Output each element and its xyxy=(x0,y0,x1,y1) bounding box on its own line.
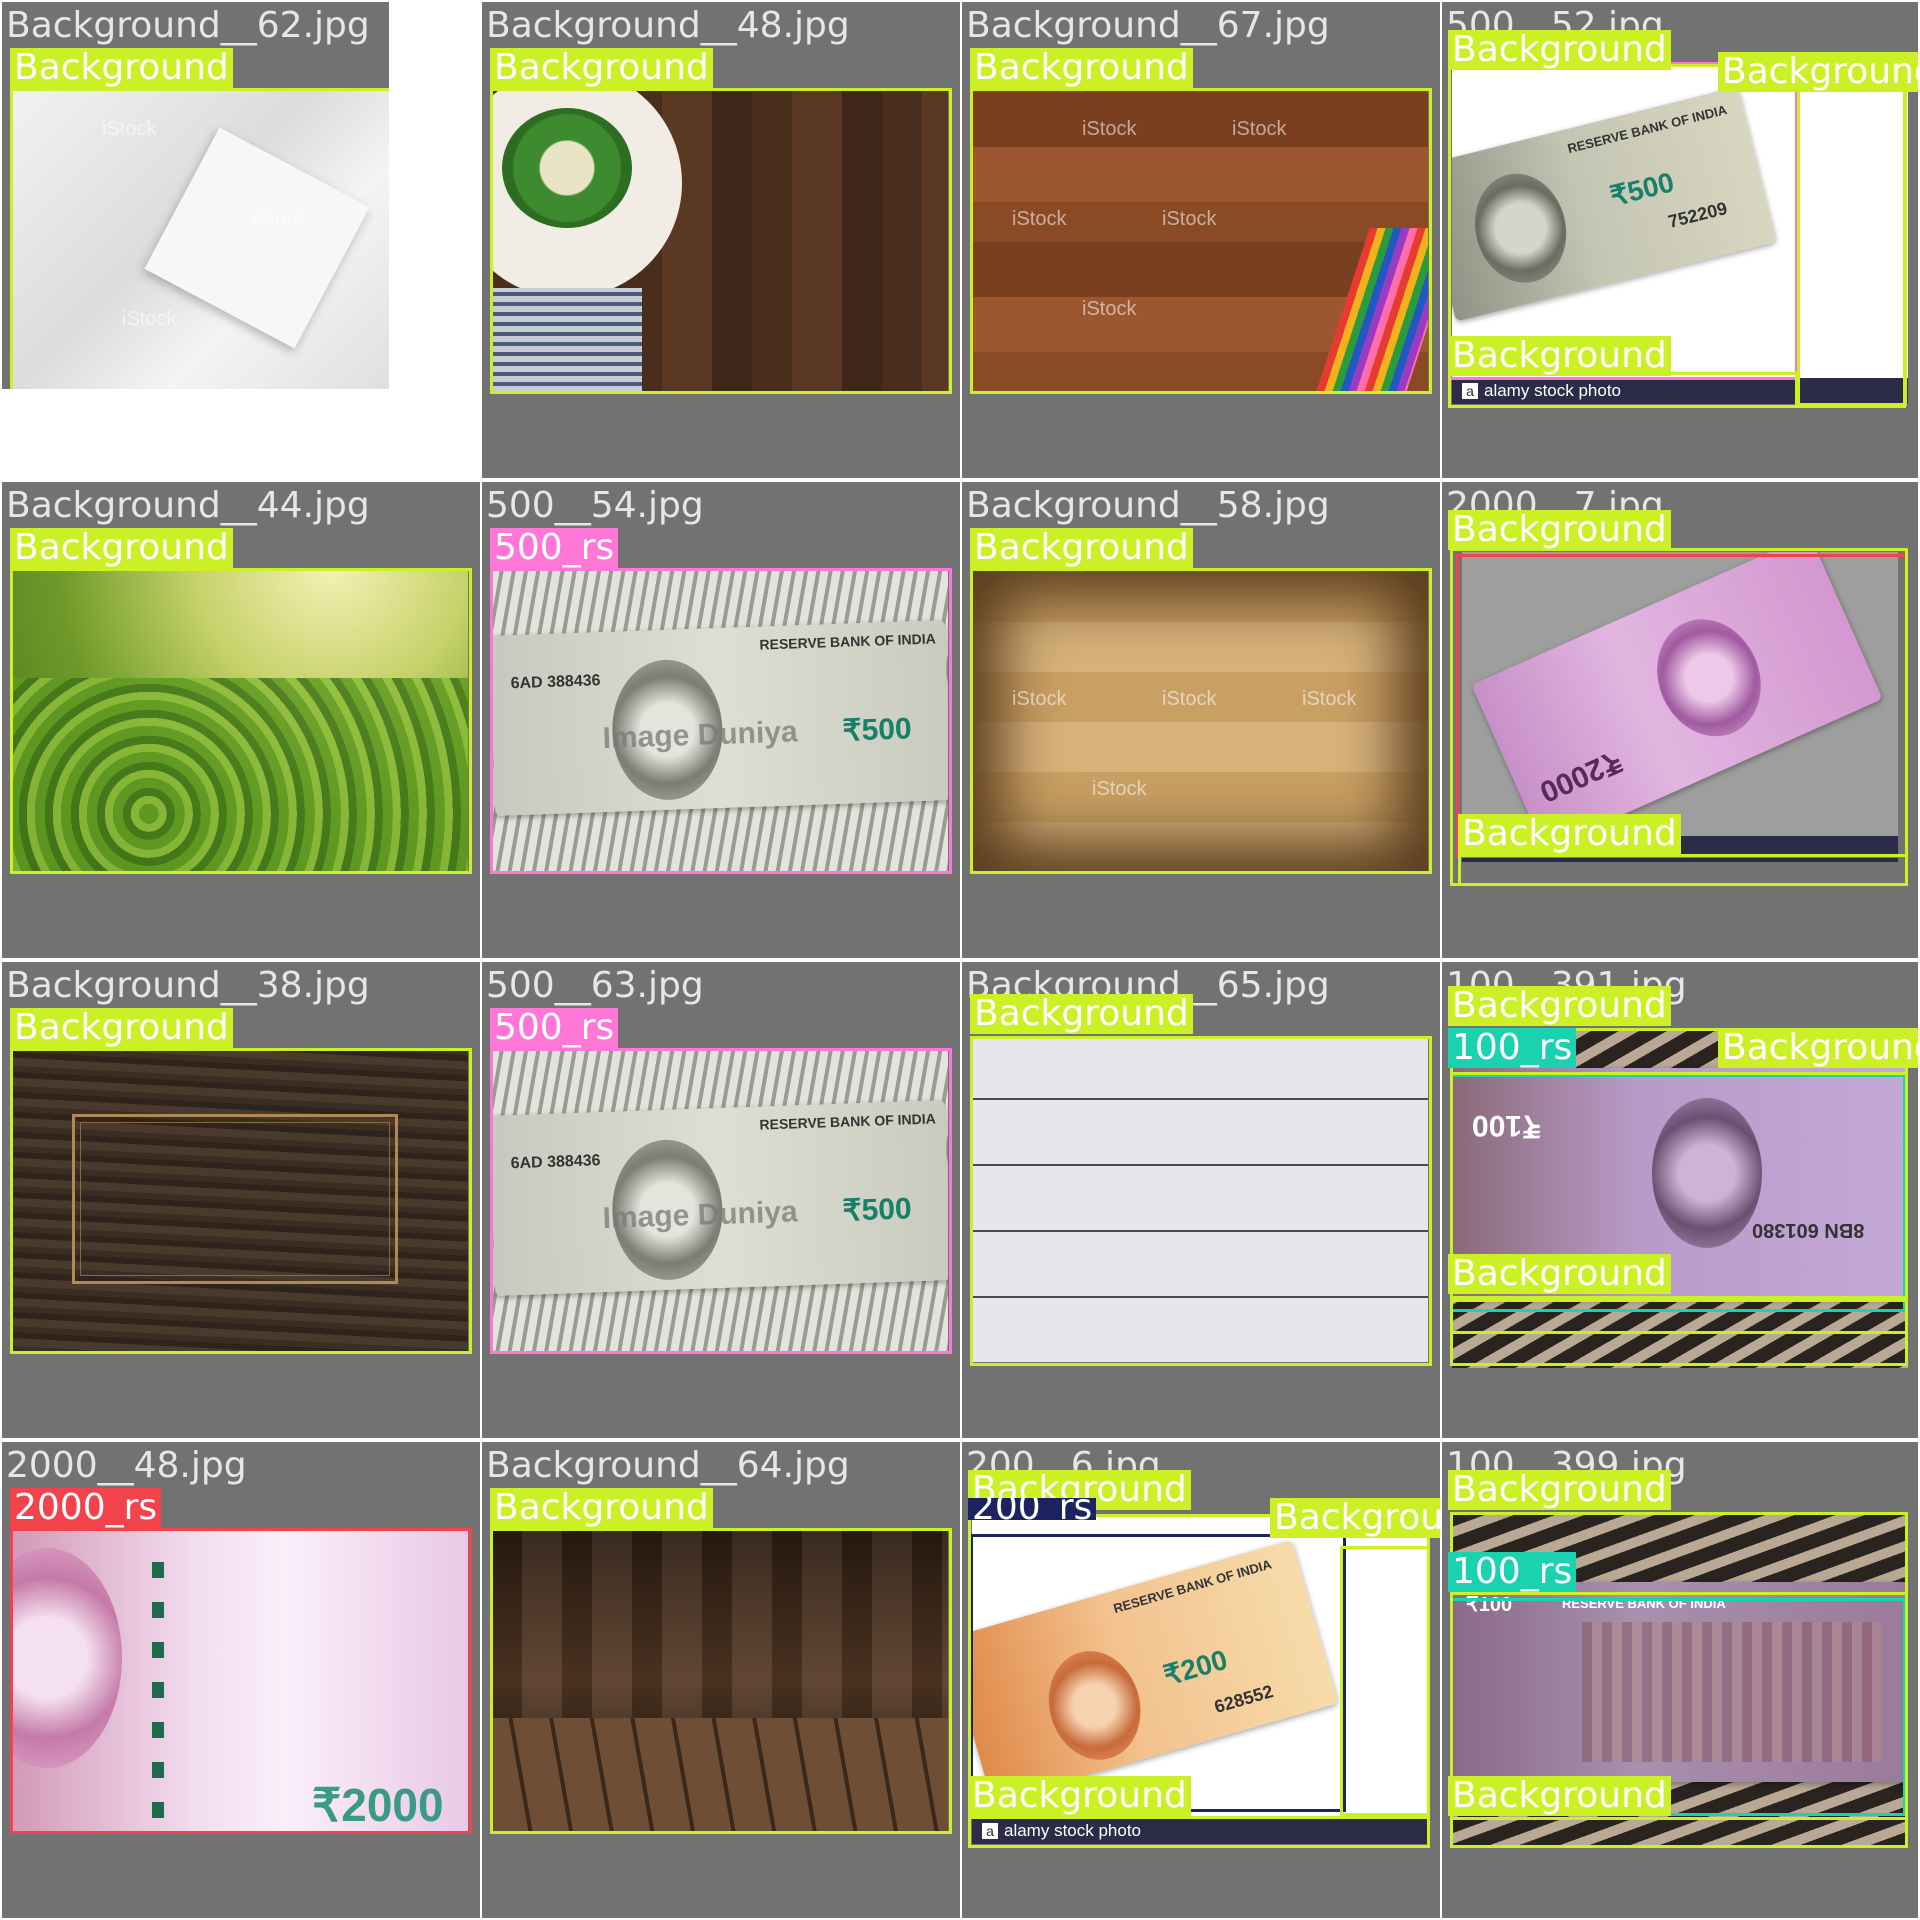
label-background: Background xyxy=(1718,1028,1918,1068)
label-background: Background xyxy=(970,48,1193,88)
bbox-2000 xyxy=(10,1528,472,1834)
label-100: 100_rs xyxy=(1448,1552,1577,1592)
tile-16: 100__399.jpg ₹100 RESERVE BANK OF INDIA … xyxy=(1442,1442,1918,1918)
label-background: Background xyxy=(1448,1776,1671,1816)
tile-7: Background__58.jpg iStock iStock iStock … xyxy=(962,482,1440,958)
label-background: Background xyxy=(1270,1498,1440,1538)
tile-11: Background__65.jpg Background xyxy=(962,962,1440,1438)
bbox-background xyxy=(1458,854,1908,886)
tile-filename: 500__54.jpg xyxy=(486,485,704,526)
label-background: Background xyxy=(1448,1254,1671,1294)
tile-15: 200__6.jpg RESERVE BANK OF INDIA ₹200 62… xyxy=(962,1442,1440,1918)
bbox-background xyxy=(1340,1546,1430,1816)
bbox-background xyxy=(490,1528,952,1834)
tile-5: Background__44.jpg Background xyxy=(2,482,480,958)
tile-3: Background__67.jpg iStock iStock iStock … xyxy=(962,2,1440,478)
label-background: Background xyxy=(1448,1470,1671,1510)
bbox-500 xyxy=(490,568,952,874)
tile-filename: Background__44.jpg xyxy=(6,485,370,526)
tile-12: 100__391.jpg ₹100 8BN 601380 Background … xyxy=(1442,962,1918,1438)
tile-9: Background__38.jpg Background xyxy=(2,962,480,1438)
tile-filename: Background__58.jpg xyxy=(966,485,1330,526)
tile-filename: Background__38.jpg xyxy=(6,965,370,1006)
label-100: 100_rs xyxy=(1448,1028,1577,1068)
bbox-background xyxy=(1450,1296,1908,1366)
label-background: Background xyxy=(1448,336,1671,376)
bbox-500 xyxy=(490,1048,952,1354)
label-background: Background xyxy=(10,48,233,88)
label-200: 200_rs xyxy=(968,1498,1097,1520)
label-background: Background xyxy=(970,994,1193,1034)
tile-filename: 2000__48.jpg xyxy=(6,1445,247,1486)
bbox-background xyxy=(970,568,1432,874)
label-background: Background xyxy=(1448,986,1671,1026)
tile-14: Background__64.jpg Background xyxy=(482,1442,960,1918)
bbox-background xyxy=(10,1048,472,1354)
bbox-background xyxy=(10,88,389,389)
label-500: 500_rs xyxy=(490,528,619,568)
bbox-background xyxy=(968,1816,1430,1848)
prediction-grid: Background__62.jpg iStock iStock iStock … xyxy=(0,0,1920,1920)
tile-13: 2000__48.jpg ₹2000 2000_rs xyxy=(2,1442,480,1918)
bbox-background xyxy=(10,568,472,874)
bbox-background xyxy=(1448,372,1798,408)
tile-1: Background__62.jpg iStock iStock iStock … xyxy=(2,2,389,389)
tile-4: 500__52.jpg RESERVE BANK OF INDIA ₹500 7… xyxy=(1442,2,1918,478)
label-background: Background xyxy=(10,1008,233,1048)
tile-8: 2000__7.jpg ₹2000 aalamy stock photo Bac… xyxy=(1442,482,1918,958)
bbox-background xyxy=(1797,86,1907,406)
label-background: Background xyxy=(968,1776,1191,1816)
label-background: Background xyxy=(1458,814,1681,854)
bbox-background xyxy=(970,1036,1432,1366)
tile-10: 500__63.jpg RESERVE BANK OF INDIA ₹500 6… xyxy=(482,962,960,1438)
tile-filename: Background__48.jpg xyxy=(486,5,850,46)
label-background: Background xyxy=(970,528,1193,568)
tile-filename: 500__63.jpg xyxy=(486,965,704,1006)
bbox-background xyxy=(490,88,952,394)
label-background: Background xyxy=(490,48,713,88)
tile-2: Background__48.jpg Background xyxy=(482,2,960,478)
label-background: Background xyxy=(10,528,233,568)
tile-6: 500__54.jpg RESERVE BANK OF INDIA ₹500 6… xyxy=(482,482,960,958)
label-background: Background xyxy=(1718,52,1918,92)
tile-filename: Background__67.jpg xyxy=(966,5,1330,46)
label-2000: 2000_rs xyxy=(10,1488,162,1528)
label-background: Background xyxy=(490,1488,713,1528)
label-500: 500_rs xyxy=(490,1008,619,1048)
tile-filename: Background__64.jpg xyxy=(486,1445,850,1486)
label-background: Background xyxy=(1448,30,1671,70)
tile-filename: Background__62.jpg xyxy=(6,5,370,46)
label-background: Background xyxy=(1448,510,1671,550)
bbox-background xyxy=(970,88,1432,394)
